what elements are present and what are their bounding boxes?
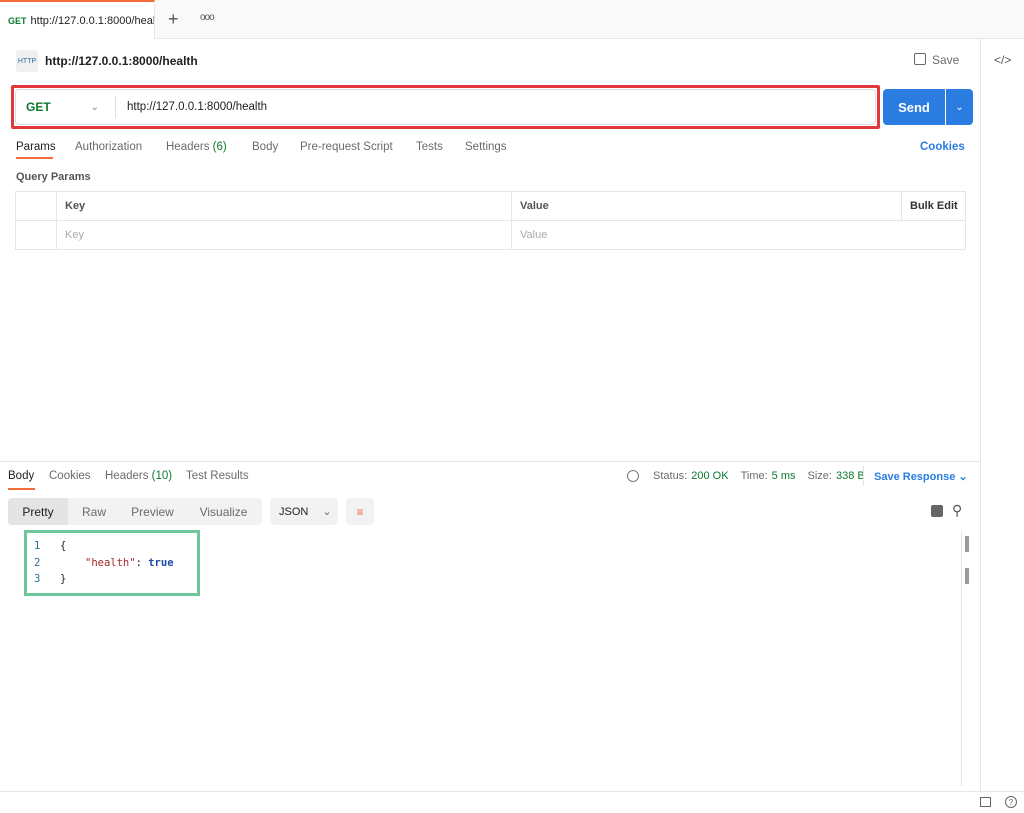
url-bar: GET ⌄ http://127.0.0.1:8000/health <box>15 89 876 125</box>
tab-settings[interactable]: Settings <box>465 141 507 153</box>
resp-tab-cookies[interactable]: Cookies <box>49 470 91 482</box>
format-select[interactable]: JSON ⌄ <box>270 498 338 525</box>
scrollbar-marker[interactable] <box>965 536 969 552</box>
col-key: Key <box>56 191 512 221</box>
layout-icon[interactable] <box>980 797 991 807</box>
pretty-button[interactable]: Pretty <box>8 498 68 525</box>
new-tab-icon[interactable]: + <box>168 9 179 30</box>
key-input[interactable]: Key <box>56 220 512 250</box>
chevron-down-icon: ⌄ <box>322 506 332 518</box>
request-tab[interactable]: GET http://127.0.0.1:8000/heal <box>0 0 155 39</box>
tab-method: GET <box>8 15 27 26</box>
value-input[interactable]: Value <box>511 220 966 250</box>
right-sidebar: </> <box>980 39 1024 791</box>
chevron-down-icon: ⌄ <box>90 101 100 113</box>
query-params-table: Key Value Bulk Edit Key Value <box>15 191 966 250</box>
send-button[interactable]: Send <box>883 89 945 125</box>
resp-tab-body[interactable]: Body <box>8 470 34 482</box>
http-icon: HTTP <box>16 50 38 72</box>
table-row: Key Value <box>15 220 966 250</box>
more-tabs-icon[interactable]: ooo <box>200 12 215 23</box>
active-tab-indicator <box>8 488 35 490</box>
save-icon <box>914 53 926 65</box>
scrollbar-track[interactable] <box>961 531 962 786</box>
active-tab-indicator <box>16 157 53 159</box>
resp-tab-headers[interactable]: Headers (10) <box>105 470 172 482</box>
raw-button[interactable]: Raw <box>68 498 120 525</box>
code-icon[interactable]: </> <box>994 53 1011 67</box>
wrap-lines-icon[interactable]: ≡ <box>346 498 374 525</box>
bulk-edit-button[interactable]: Bulk Edit <box>901 191 966 221</box>
send-options-icon[interactable]: ⌄ <box>946 89 973 125</box>
search-icon[interactable]: ⚲ <box>952 502 962 519</box>
tab-body[interactable]: Body <box>252 141 278 153</box>
table-header-row: Key Value Bulk Edit <box>15 191 966 221</box>
tab-prerequest[interactable]: Pre-request Script <box>300 141 393 153</box>
method-select[interactable]: GET ⌄ <box>16 96 116 118</box>
visualize-button[interactable]: Visualize <box>185 498 262 525</box>
response-body[interactable]: { "health": true } <box>60 538 174 588</box>
query-params-title: Query Params <box>16 171 91 183</box>
tab-params[interactable]: Params <box>16 141 56 153</box>
scrollbar-marker[interactable] <box>965 568 969 584</box>
copy-icon[interactable] <box>931 505 943 517</box>
help-icon[interactable]: ? <box>1005 796 1017 808</box>
preview-button[interactable]: Preview <box>120 498 185 525</box>
resp-tab-tests[interactable]: Test Results <box>186 470 249 482</box>
col-value: Value <box>511 191 902 221</box>
response-status: Status: 200 OK Time: 5 ms Size: 338 B <box>627 470 865 482</box>
url-input[interactable]: http://127.0.0.1:8000/health <box>127 101 267 113</box>
save-response-button[interactable]: Save Response ⌄ <box>874 470 968 483</box>
view-mode-group: Pretty Raw Preview Visualize <box>8 498 262 525</box>
tab-bar: GET http://127.0.0.1:8000/heal + ooo <box>0 0 1024 39</box>
request-title[interactable]: http://127.0.0.1:8000/health <box>45 54 198 68</box>
chevron-down-icon: ⌄ <box>958 471 968 483</box>
tab-title: http://127.0.0.1:8000/heal <box>30 14 155 27</box>
tab-tests[interactable]: Tests <box>416 141 443 153</box>
line-numbers: 1 2 3 <box>34 540 41 585</box>
tab-headers[interactable]: Headers (6) <box>166 141 227 153</box>
divider <box>0 461 980 462</box>
cookies-link[interactable]: Cookies <box>920 141 965 153</box>
save-button[interactable]: Save <box>914 53 959 67</box>
tab-authorization[interactable]: Authorization <box>75 141 142 153</box>
globe-icon <box>627 470 639 482</box>
